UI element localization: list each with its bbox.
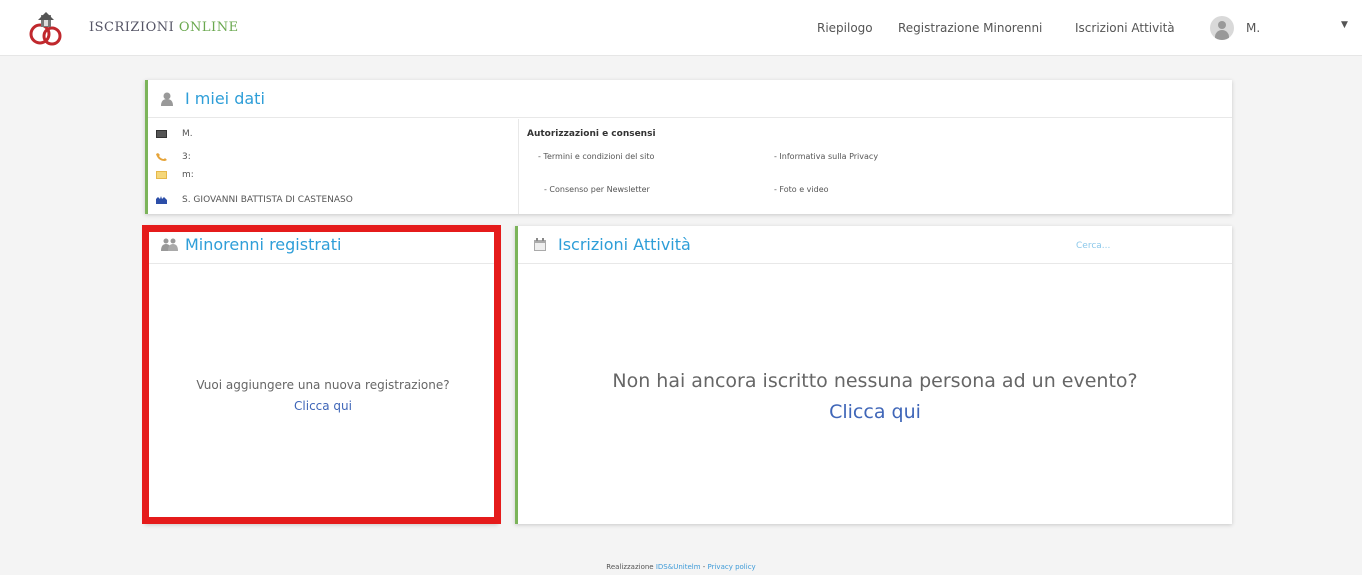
chevron-down-icon[interactable]: ▼ [1341, 20, 1348, 30]
user-name-value: M. [182, 129, 193, 139]
my-data-title: I miei dati [185, 89, 265, 108]
email-value: m: [182, 170, 194, 180]
activities-card: Iscrizioni Attività Cerca... Non hai anc… [515, 226, 1232, 524]
activities-add-link[interactable]: Clicca qui [829, 401, 921, 423]
consent-terms-link[interactable]: - Termini e condizioni del sito [538, 152, 654, 161]
envelope-icon [156, 170, 167, 179]
minors-title: Minorenni registrati [185, 235, 342, 254]
my-data-header: I miei dati [148, 80, 1232, 118]
top-navbar: ISCRIZIONI ONLINE Riepilogo Registrazion… [0, 0, 1362, 56]
activities-empty-message: Non hai ancora iscritto nessuna persona … [612, 370, 1138, 392]
phone-row: 3: [156, 152, 191, 162]
activities-add-link-wrap: Clicca qui [518, 401, 1232, 423]
activities-header: Iscrizioni Attività Cerca... [518, 226, 1232, 264]
minors-empty-message: Vuoi aggiungere una nuova registrazione? [196, 378, 450, 392]
consent-privacy-link[interactable]: - Informativa sulla Privacy [774, 152, 878, 161]
footer-separator: - [700, 563, 708, 571]
brand-title[interactable]: ISCRIZIONI ONLINE [89, 20, 239, 35]
calendar-icon [534, 238, 546, 251]
my-data-card: I miei dati M. 3: m: S. GIOVANNI BATTIST… [145, 80, 1232, 214]
email-row: m: [156, 170, 194, 180]
footer: Realizzazione IDS&Unitelm - Privacy poli… [0, 563, 1362, 571]
consents-title: Autorizzazioni e consensi [527, 129, 656, 139]
parish-row: S. GIOVANNI BATTISTA DI CASTENASO [156, 195, 353, 205]
footer-prefix: Realizzazione [606, 563, 656, 571]
search-input[interactable]: Cerca... [1076, 241, 1110, 251]
nav-registrazione-minorenni[interactable]: Registrazione Minorenni [898, 21, 1042, 35]
phone-icon [156, 152, 167, 161]
nav-riepilogo[interactable]: Riepilogo [817, 21, 873, 35]
user-icon [161, 92, 173, 106]
minors-add-link[interactable]: Clicca qui [294, 399, 352, 413]
consent-photo-link[interactable]: - Foto e video [774, 185, 829, 194]
id-card-icon [156, 129, 167, 138]
activities-title: Iscrizioni Attività [558, 235, 691, 254]
church-icon [156, 195, 167, 204]
name-row: M. [156, 129, 193, 139]
nav-iscrizioni-attivita[interactable]: Iscrizioni Attività [1075, 21, 1175, 35]
phone-value: 3: [182, 152, 191, 162]
vertical-divider [518, 119, 519, 214]
minors-card: Minorenni registrati Vuoi aggiungere una… [145, 226, 498, 524]
logo-icon[interactable] [24, 12, 68, 46]
parish-value: S. GIOVANNI BATTISTA DI CASTENASO [182, 195, 353, 205]
minors-header: Minorenni registrati [148, 226, 498, 264]
consent-newsletter-link[interactable]: - Consenso per Newsletter [544, 185, 650, 194]
user-avatar-icon[interactable] [1210, 16, 1234, 40]
minors-add-link-wrap: Clicca qui [148, 399, 498, 413]
footer-privacy-link[interactable]: Privacy policy [708, 563, 756, 571]
footer-company-link[interactable]: IDS&Unitelm [656, 563, 701, 571]
users-icon [161, 238, 178, 251]
user-name[interactable]: M. [1246, 21, 1260, 35]
